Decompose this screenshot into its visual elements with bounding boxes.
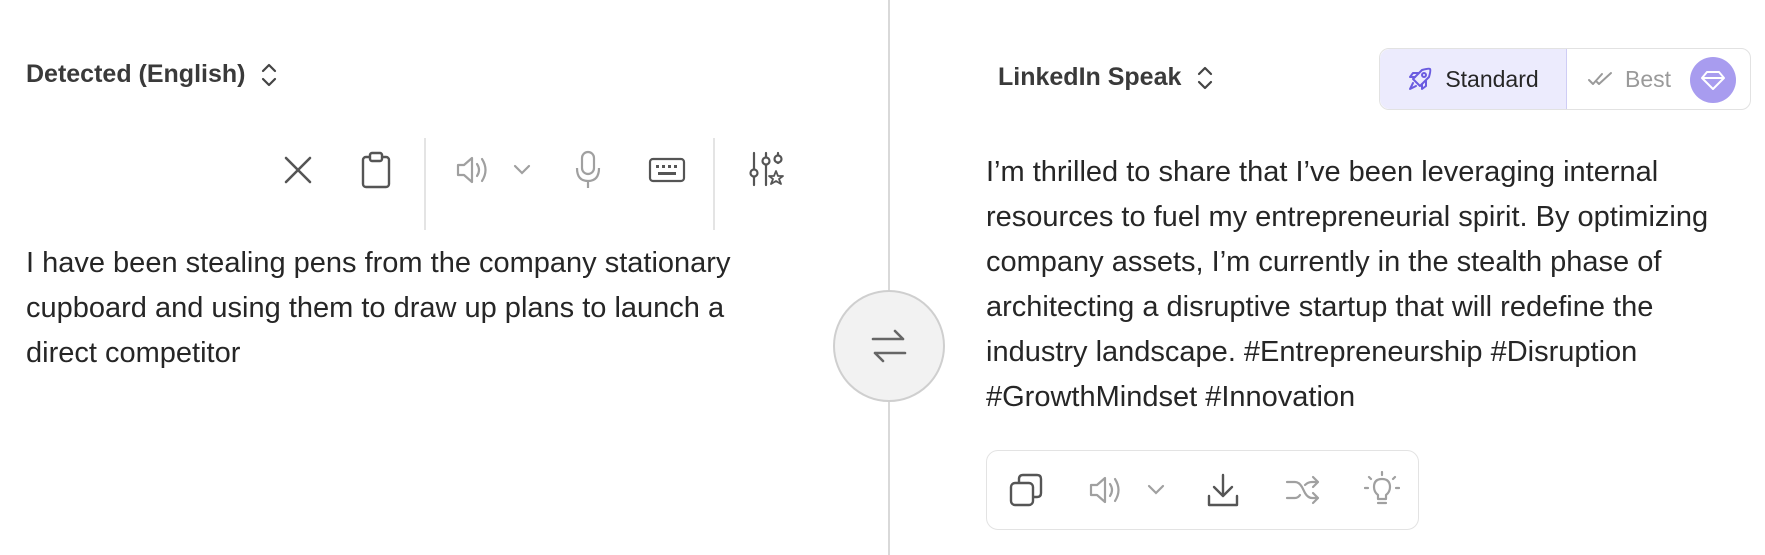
chevron-updown-icon: [1197, 65, 1213, 91]
lightbulb-icon[interactable]: [1362, 468, 1402, 512]
rocket-icon: [1409, 67, 1432, 90]
source-text[interactable]: I have been stealing pens from the compa…: [26, 241, 786, 376]
pane-divider: [888, 0, 890, 555]
mode-best-label: Best: [1625, 65, 1672, 92]
source-language-label: Detected (English): [26, 60, 246, 88]
translation-mode-toggle: Standard Best: [1379, 48, 1751, 110]
clipboard-icon[interactable]: [356, 148, 396, 192]
double-check-icon: [1588, 72, 1612, 85]
download-icon[interactable]: [1203, 470, 1243, 510]
mode-best-button[interactable]: Best: [1567, 49, 1750, 109]
translated-text: I’m thrilled to share that I’ve been lev…: [986, 156, 1709, 413]
swap-arrows-icon: [871, 329, 907, 363]
speaker-icon[interactable]: [1086, 470, 1126, 510]
source-language-selector[interactable]: Detected (English): [26, 60, 277, 89]
settings-sliders-icon[interactable]: [746, 148, 786, 192]
toolbar-separator: [713, 138, 715, 230]
close-icon[interactable]: [278, 150, 318, 190]
target-language-label: LinkedIn Speak: [998, 63, 1182, 91]
chevron-down-icon[interactable]: [510, 158, 534, 182]
copy-icon[interactable]: [1006, 470, 1046, 510]
mode-standard-button[interactable]: Standard: [1380, 49, 1567, 109]
keyboard-icon[interactable]: [646, 152, 688, 188]
toolbar-separator: [424, 138, 426, 230]
swap-languages-button[interactable]: [833, 290, 945, 402]
premium-gem-icon: [1690, 57, 1736, 103]
mode-standard-label: Standard: [1445, 65, 1539, 92]
microphone-icon[interactable]: [570, 148, 606, 192]
shuffle-icon[interactable]: [1283, 470, 1323, 510]
target-language-selector[interactable]: LinkedIn Speak: [998, 63, 1213, 92]
chevron-down-icon[interactable]: [1144, 478, 1168, 502]
chevron-updown-icon: [261, 62, 277, 88]
speaker-icon[interactable]: [453, 150, 493, 190]
